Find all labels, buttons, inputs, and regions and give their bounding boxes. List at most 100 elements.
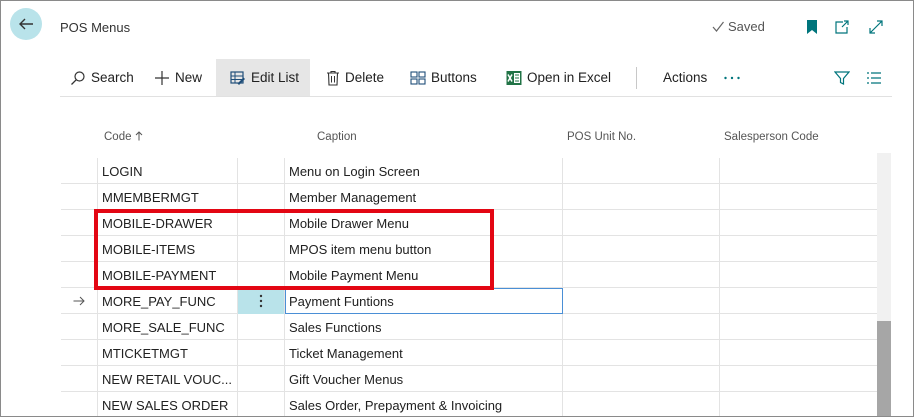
salesperson-cell[interactable] <box>720 236 877 262</box>
table-row[interactable]: NEW SALES ORDER Sales Order, Prepayment … <box>61 392 877 416</box>
highlight-box <box>94 209 494 290</box>
actions-label: Actions <box>663 70 708 85</box>
window: POS Menus Saved Search New Edit List Del… <box>0 0 914 417</box>
pos-unit-cell[interactable] <box>563 210 720 236</box>
vertical-dots-icon <box>259 294 263 308</box>
table-row-selected[interactable]: MORE_PAY_FUNC Payment Funtions <box>61 288 877 314</box>
plus-icon <box>155 70 169 85</box>
salesperson-cell[interactable] <box>720 288 877 314</box>
column-header-pos-unit[interactable]: POS Unit No. <box>567 131 636 143</box>
code-cell[interactable]: MTICKETMGT <box>98 340 238 366</box>
trash-icon <box>327 70 339 86</box>
pos-unit-cell[interactable] <box>563 340 720 366</box>
table-row[interactable]: MMEMBERMGT Member Management <box>61 184 877 210</box>
scrollbar-thumb[interactable] <box>877 321 891 416</box>
table-row[interactable]: MTICKETMGT Ticket Management <box>61 340 877 366</box>
back-button[interactable] <box>10 8 42 40</box>
caption-cell[interactable]: Ticket Management <box>285 340 563 366</box>
search-label: Search <box>91 70 134 85</box>
search-button[interactable]: Search <box>70 59 134 96</box>
pos-unit-cell[interactable] <box>563 158 720 184</box>
code-cell[interactable]: LOGIN <box>98 158 238 184</box>
delete-label: Delete <box>345 70 385 85</box>
column-header-salesperson[interactable]: Salesperson Code <box>724 131 819 143</box>
list-view-button[interactable] <box>866 59 882 96</box>
row-menu-cell[interactable] <box>238 340 285 366</box>
pos-unit-cell[interactable] <box>563 288 720 314</box>
caption-cell[interactable]: Menu on Login Screen <box>285 158 563 184</box>
salesperson-cell[interactable] <box>720 340 877 366</box>
table-row[interactable]: NEW RETAIL VOUC... Gift Voucher Menus <box>61 366 877 392</box>
code-cell[interactable]: NEW SALES ORDER <box>98 392 238 416</box>
row-marker-cell[interactable] <box>61 314 98 340</box>
row-menu-cell[interactable] <box>238 158 285 184</box>
more-icon <box>724 76 740 79</box>
pos-unit-cell[interactable] <box>563 366 720 392</box>
caption-cell[interactable]: Sales Functions <box>285 314 563 340</box>
caption-cell[interactable]: Sales Order, Prepayment & Invoicing <box>285 392 563 416</box>
vertical-scrollbar[interactable] <box>877 153 891 416</box>
sort-ascending-icon <box>135 131 143 141</box>
row-menu-cell[interactable] <box>238 366 285 392</box>
caption-cell-focused[interactable]: Payment Funtions <box>285 288 563 314</box>
new-button[interactable]: New <box>154 59 202 96</box>
arrow-right-icon <box>73 296 85 306</box>
saved-label: Saved <box>728 19 765 34</box>
actions-menu-button[interactable]: Actions <box>663 59 707 96</box>
list-view-icon <box>867 71 881 84</box>
row-menu-cell[interactable] <box>238 392 285 416</box>
share-icon <box>835 20 849 34</box>
salesperson-cell[interactable] <box>720 314 877 340</box>
caption-cell[interactable]: Member Management <box>285 184 563 210</box>
salesperson-cell[interactable] <box>720 392 877 416</box>
column-header-code-label: Code <box>104 131 132 143</box>
delete-button[interactable]: Delete <box>326 59 384 96</box>
column-header-code[interactable]: Code <box>104 131 143 143</box>
salesperson-cell[interactable] <box>720 184 877 210</box>
table-row[interactable]: MORE_SALE_FUNC Sales Functions <box>61 314 877 340</box>
code-cell[interactable]: MMEMBERMGT <box>98 184 238 210</box>
pos-unit-cell[interactable] <box>563 314 720 340</box>
bookmark-button[interactable] <box>803 18 821 36</box>
edit-list-button[interactable]: Edit List <box>216 59 310 96</box>
row-marker-cell[interactable] <box>61 340 98 366</box>
buttons-label: Buttons <box>431 70 477 85</box>
row-marker-cell[interactable] <box>61 184 98 210</box>
row-marker-cell[interactable] <box>61 262 98 288</box>
salesperson-cell[interactable] <box>720 262 877 288</box>
row-menu-cell[interactable] <box>238 314 285 340</box>
pos-unit-cell[interactable] <box>563 262 720 288</box>
salesperson-cell[interactable] <box>720 158 877 184</box>
open-in-excel-button[interactable]: Open in Excel <box>506 59 611 96</box>
code-cell[interactable]: NEW RETAIL VOUC... <box>98 366 238 392</box>
code-cell[interactable]: MORE_SALE_FUNC <box>98 314 238 340</box>
toolbar-separator <box>636 67 637 89</box>
table-row[interactable]: LOGIN Menu on Login Screen <box>61 158 877 184</box>
row-marker-cell[interactable] <box>61 236 98 262</box>
buttons-button[interactable]: Buttons <box>410 59 477 96</box>
row-menu-button[interactable] <box>238 288 285 314</box>
row-marker-cell[interactable] <box>61 158 98 184</box>
row-marker-cell[interactable] <box>61 288 98 314</box>
code-cell[interactable]: MORE_PAY_FUNC <box>98 288 238 314</box>
more-options-button[interactable] <box>723 59 741 96</box>
filter-button[interactable] <box>834 59 850 96</box>
share-button[interactable] <box>833 18 851 36</box>
pos-unit-cell[interactable] <box>563 236 720 262</box>
magnifier-icon <box>71 70 85 85</box>
salesperson-cell[interactable] <box>720 210 877 236</box>
row-menu-cell[interactable] <box>238 184 285 210</box>
caption-cell[interactable]: Gift Voucher Menus <box>285 366 563 392</box>
bookmark-icon <box>807 20 817 34</box>
expand-button[interactable] <box>867 18 885 36</box>
salesperson-cell[interactable] <box>720 366 877 392</box>
new-label: New <box>175 70 203 85</box>
page-title: POS Menus <box>60 20 131 35</box>
edit-list-icon <box>230 70 245 85</box>
pos-unit-cell[interactable] <box>563 184 720 210</box>
row-marker-cell[interactable] <box>61 392 98 416</box>
row-marker-cell[interactable] <box>61 366 98 392</box>
row-marker-cell[interactable] <box>61 210 98 236</box>
pos-unit-cell[interactable] <box>563 392 720 416</box>
column-header-caption[interactable]: Caption <box>317 131 357 143</box>
